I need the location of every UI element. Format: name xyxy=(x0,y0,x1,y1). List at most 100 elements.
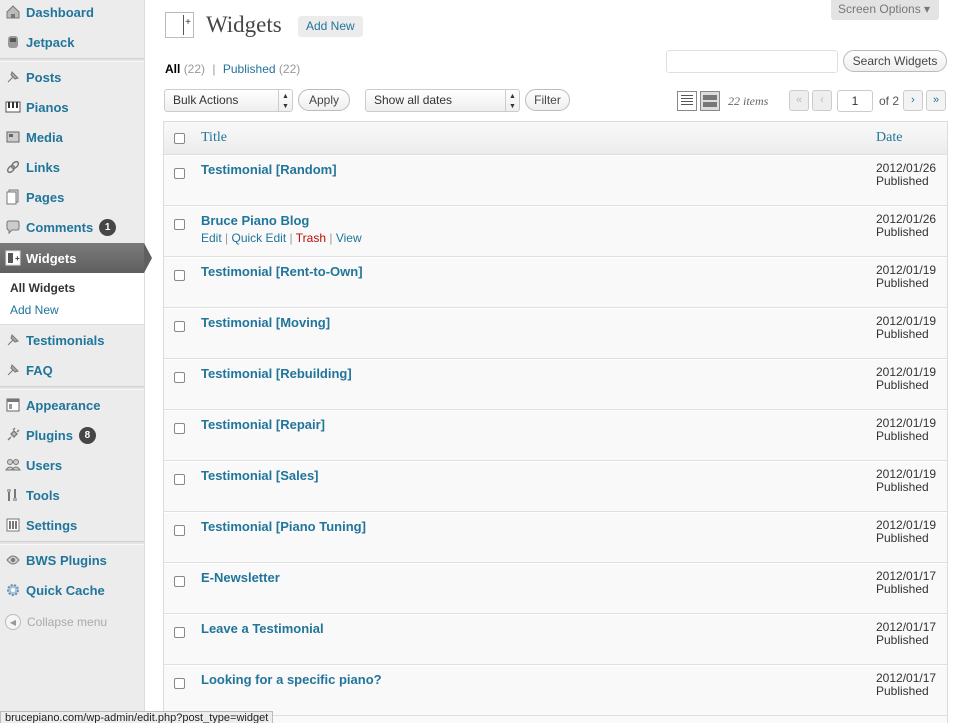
apply-button[interactable]: Apply xyxy=(298,89,350,111)
widgets-table: Title Date Testimonial [Random] 2012/01/2… xyxy=(163,121,948,723)
sidebar-item-settings[interactable]: Settings xyxy=(0,510,144,540)
row-title-link[interactable]: Testimonial [Random] xyxy=(201,162,337,177)
row-checkbox[interactable] xyxy=(174,372,185,383)
row-title-link[interactable]: Testimonial [Piano Tuning] xyxy=(201,519,366,534)
sidebar-item-links[interactable]: Links xyxy=(0,152,144,182)
row-title-link[interactable]: Bruce Piano Blog xyxy=(201,213,309,228)
sidebar-item-label: Widgets xyxy=(26,250,77,266)
row-status: Published xyxy=(876,225,929,239)
sidebar-item-dashboard[interactable]: Dashboard xyxy=(0,0,144,27)
row-status: Published xyxy=(876,480,929,494)
prev-page-button[interactable]: ‹ xyxy=(812,90,832,111)
submenu-add-new[interactable]: Add New xyxy=(10,303,59,317)
search-widgets-button[interactable]: Search Widgets xyxy=(843,50,947,72)
trash-link[interactable]: Trash xyxy=(296,231,326,245)
bulk-actions-select[interactable]: Bulk Actions ▲ ▼ xyxy=(164,89,293,112)
row-checkbox[interactable] xyxy=(174,678,185,689)
row-title-link[interactable]: Testimonial [Repair] xyxy=(201,417,325,432)
bulk-actions-value: Bulk Actions xyxy=(173,93,239,107)
collapse-menu-button[interactable]: ◀ Collapse menu xyxy=(5,614,107,630)
last-page-button[interactable]: » xyxy=(926,90,946,111)
sidebar-item-appearance[interactable]: Appearance xyxy=(0,390,144,420)
search-input[interactable] xyxy=(666,50,838,73)
admin-sidebar: Dashboard Jetpack Posts Pianos Media Lin… xyxy=(0,0,152,723)
row-date: 2012/01/19 Published xyxy=(876,519,936,545)
next-page-button[interactable]: › xyxy=(903,90,923,111)
row-checkbox[interactable] xyxy=(174,576,185,587)
row-title-link[interactable]: Testimonial [Moving] xyxy=(201,315,330,330)
tools-icon xyxy=(4,487,21,504)
row-title-link[interactable]: Testimonial [Sales] xyxy=(201,468,319,483)
sidebar-item-pages[interactable]: Pages xyxy=(0,182,144,212)
sidebar-item-testimonials[interactable]: Testimonials xyxy=(0,325,144,355)
sidebar-item-quick-cache[interactable]: Quick Cache xyxy=(0,575,144,605)
row-title-link[interactable]: Leave a Testimonial xyxy=(201,621,324,636)
row-status: Published xyxy=(876,684,929,698)
filter-all-link[interactable]: All xyxy=(165,62,180,76)
row-checkbox[interactable] xyxy=(174,423,185,434)
collapse-menu-label: Collapse menu xyxy=(27,615,108,629)
table-row: Testimonial [Repair] 2012/01/19 Published xyxy=(164,410,947,461)
filter-button[interactable]: Filter xyxy=(525,89,570,111)
sidebar-item-label: Testimonials xyxy=(26,332,105,348)
sidebar-item-comments[interactable]: Comments 1 xyxy=(0,212,144,242)
sidebar-item-media[interactable]: Media xyxy=(0,122,144,152)
sidebar-item-label: Links xyxy=(26,159,60,175)
sidebar-item-widgets[interactable]: + Widgets xyxy=(0,243,152,273)
list-view-icon[interactable] xyxy=(677,91,697,111)
row-checkbox[interactable] xyxy=(174,474,185,485)
sidebar-item-pianos[interactable]: Pianos xyxy=(0,92,144,122)
first-page-button[interactable]: « xyxy=(789,90,809,111)
column-title-header[interactable]: Title xyxy=(201,130,227,146)
filter-published-link[interactable]: Published xyxy=(223,62,276,76)
comments-count-badge: 1 xyxy=(99,218,117,236)
row-checkbox[interactable] xyxy=(174,627,185,638)
dashboard-icon xyxy=(4,4,21,21)
sidebar-item-label: Pages xyxy=(26,189,65,205)
table-row: E-Newsletter 2012/01/17 Published xyxy=(164,563,947,614)
row-date: 2012/01/19 Published xyxy=(876,264,936,290)
action-separator: | xyxy=(329,231,333,245)
current-page-input[interactable]: 1 xyxy=(837,90,873,112)
sidebar-item-bws-plugins[interactable]: BWS Plugins xyxy=(0,545,144,575)
row-title-link[interactable]: Testimonial [Rent-to-Own] xyxy=(201,264,363,279)
table-row: Testimonial [Piano Tuning] 2012/01/19 Publ… xyxy=(164,512,947,563)
submenu-all-widgets[interactable]: All Widgets xyxy=(10,281,75,295)
select-arrows-icon: ▲ ▼ xyxy=(278,90,292,111)
pages-icon xyxy=(4,189,21,206)
sidebar-item-jetpack[interactable]: Jetpack xyxy=(0,27,144,57)
edit-link[interactable]: Edit xyxy=(201,231,222,245)
widget-icon: + xyxy=(4,250,21,267)
gear-icon xyxy=(4,582,21,599)
quick-edit-link[interactable]: Quick Edit xyxy=(232,231,287,245)
screen-options-button[interactable]: Screen Options ▾ xyxy=(831,0,939,20)
sidebar-item-faq[interactable]: FAQ xyxy=(0,355,144,385)
excerpt-view-icon[interactable] xyxy=(700,91,720,111)
add-new-button[interactable]: Add New xyxy=(298,16,363,37)
sidebar-item-label: Jetpack xyxy=(26,34,75,50)
sidebar-item-users[interactable]: Users xyxy=(0,450,144,480)
select-all-checkbox[interactable] xyxy=(174,133,185,144)
sidebar-item-label: Pianos xyxy=(26,99,69,115)
sidebar-item-posts[interactable]: Posts xyxy=(0,62,144,92)
row-checkbox[interactable] xyxy=(174,270,185,281)
row-checkbox[interactable] xyxy=(174,321,185,332)
row-title-link[interactable]: E-Newsletter xyxy=(201,570,280,585)
link-icon xyxy=(4,159,21,176)
widgets-submenu: All Widgets Add New xyxy=(0,273,144,325)
row-title-link[interactable]: Looking for a specific piano? xyxy=(201,672,382,687)
date-filter-select[interactable]: Show all dates ▲ ▼ xyxy=(365,89,520,112)
row-checkbox[interactable] xyxy=(174,525,185,536)
column-date-header[interactable]: Date xyxy=(876,130,902,146)
view-link[interactable]: View xyxy=(336,231,362,245)
plugins-count-badge: 8 xyxy=(78,426,96,444)
row-date: 2012/01/26 Published xyxy=(876,213,936,239)
row-checkbox[interactable] xyxy=(174,168,185,179)
table-row: Looking for a specific piano? 2012/01/17 P… xyxy=(164,665,947,716)
sidebar-item-plugins[interactable]: Plugins 8 xyxy=(0,420,144,450)
sidebar-item-tools[interactable]: Tools xyxy=(0,480,144,510)
sidebar-item-label: FAQ xyxy=(26,362,53,378)
row-title-link[interactable]: Testimonial [Rebuilding] xyxy=(201,366,352,381)
total-pages: of 2 xyxy=(879,94,900,108)
row-checkbox[interactable] xyxy=(174,219,185,230)
